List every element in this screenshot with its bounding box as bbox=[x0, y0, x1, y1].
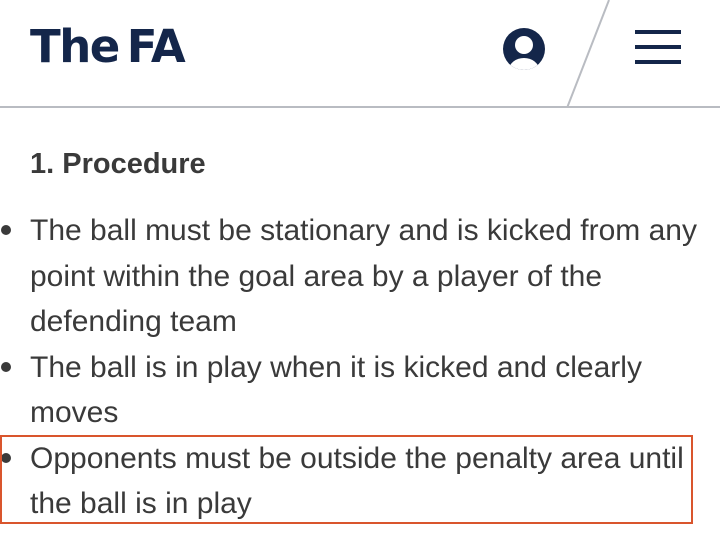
the-fa-logo[interactable]: The FA bbox=[30, 20, 186, 74]
bullet-dot bbox=[1, 452, 11, 463]
menu-line bbox=[635, 60, 681, 64]
hamburger-menu-icon[interactable] bbox=[635, 30, 681, 66]
bullet-dot bbox=[1, 361, 11, 372]
list-item-text: Opponents must be outside the penalty ar… bbox=[30, 441, 684, 521]
logo-the-text: The bbox=[30, 20, 120, 73]
list-item-text: The ball is in play when it is kicked an… bbox=[30, 350, 642, 430]
logo-fa-text: FA bbox=[126, 20, 186, 73]
procedure-list: The ball must be stationary and is kicke… bbox=[0, 208, 720, 527]
site-header: The FA bbox=[0, 0, 720, 108]
bullet-dot bbox=[1, 225, 11, 235]
header-divider bbox=[566, 0, 610, 108]
menu-line bbox=[635, 30, 681, 34]
section-title: 1. Procedure bbox=[30, 148, 206, 180]
menu-line bbox=[635, 45, 681, 49]
list-item: Opponents must be outside the penalty ar… bbox=[0, 436, 702, 527]
list-item: The ball must be stationary and is kicke… bbox=[0, 208, 702, 345]
list-item-text: The ball must be stationary and is kicke… bbox=[30, 214, 697, 338]
list-item: The ball is in play when it is kicked an… bbox=[0, 345, 702, 436]
user-account-icon[interactable] bbox=[501, 28, 547, 70]
